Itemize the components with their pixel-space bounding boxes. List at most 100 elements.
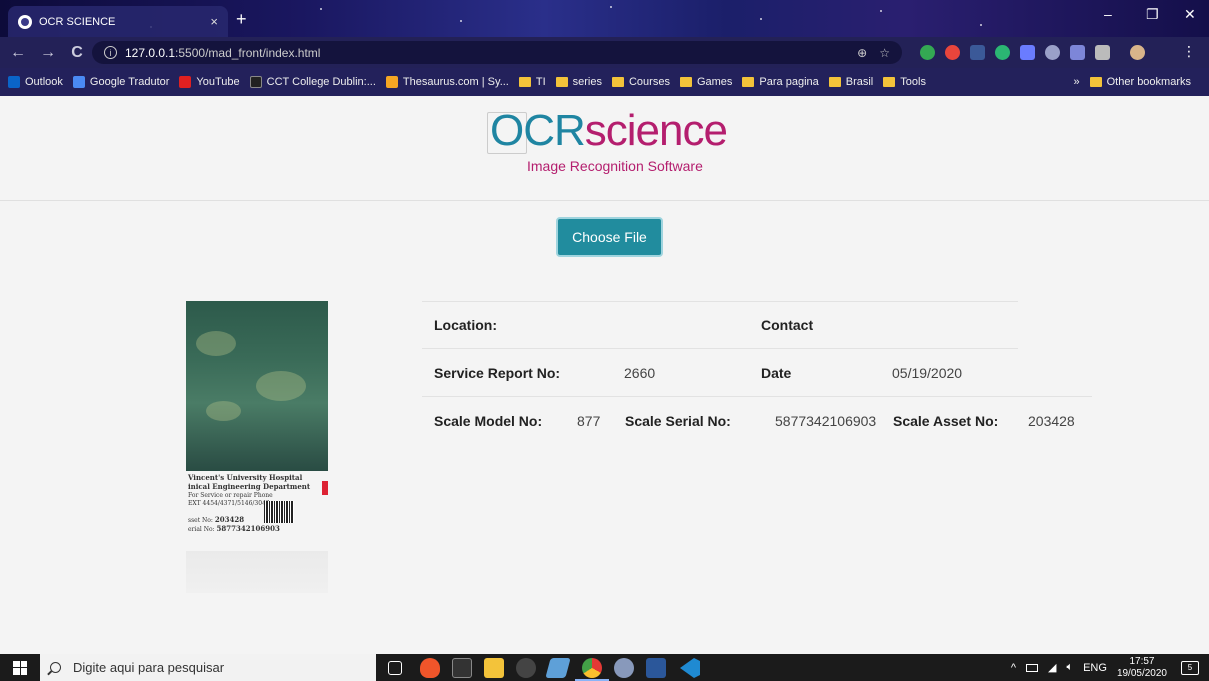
browser-tab[interactable]: OCR SCIENCE × <box>8 6 228 37</box>
date-label: Date <box>761 364 792 381</box>
battery-icon[interactable] <box>1026 663 1039 672</box>
bookmark-folder-brasil[interactable]: Brasil <box>828 76 873 88</box>
site-info-icon[interactable]: i <box>104 46 117 59</box>
security-icon[interactable] <box>516 658 536 678</box>
bookmark-google-tradutor[interactable]: Google Tradutor <box>72 76 169 88</box>
scale-model-label: Scale Model No: <box>434 413 543 429</box>
extension-camera-icon[interactable] <box>1095 45 1110 60</box>
extension-facebook-icon[interactable] <box>970 45 985 60</box>
bookmark-outlook[interactable]: Outlook <box>8 76 63 88</box>
bookmark-star-icon[interactable]: ☆ <box>879 46 890 60</box>
bookmark-youtube[interactable]: YouTube <box>179 76 240 88</box>
system-tray: ^ ◢ 🔈︎ ENG 17:57 19/05/2020 5 <box>1011 654 1209 681</box>
vscode-icon[interactable] <box>680 658 700 678</box>
browser-toolbar: ← → C i 127.0.0.1 :5500/mad_front/index.… <box>0 37 1209 68</box>
bookmark-thesaurus[interactable]: Thesaurus.com | Sy... <box>385 76 509 88</box>
minimize-button[interactable]: – <box>1104 6 1112 22</box>
other-bookmarks[interactable]: Other bookmarks <box>1089 76 1191 88</box>
folder-icon <box>828 77 841 87</box>
scale-asset-label: Scale Asset No: <box>893 413 999 429</box>
scale-asset-value: 203428 <box>1028 413 1075 429</box>
clock[interactable]: 17:57 19/05/2020 <box>1117 656 1167 680</box>
extension-check-icon[interactable] <box>1070 45 1085 60</box>
bookmark-folder-tools[interactable]: Tools <box>883 76 926 88</box>
task-view-icon[interactable] <box>388 661 402 675</box>
scale-model-value: 877 <box>577 413 601 429</box>
bookmark-cct-college[interactable]: CCT College Dublin:... <box>249 76 376 88</box>
bookmarks-bar: Outlook Google Tradutor YouTube CCT Coll… <box>0 68 1209 96</box>
app-icon[interactable] <box>614 658 634 678</box>
extension-m-icon[interactable] <box>995 45 1010 60</box>
browser-tab-strip: OCR SCIENCE × + – ❐ ✕ <box>0 0 1209 37</box>
back-button[interactable]: ← <box>10 44 26 62</box>
restore-button[interactable]: ❐ <box>1146 6 1159 23</box>
photo-asset-label: sset No: <box>188 517 213 524</box>
taskbar-search-input[interactable]: Digite aqui para pesquisar <box>40 654 376 681</box>
start-button[interactable] <box>0 654 40 681</box>
file-explorer-icon[interactable] <box>484 658 504 678</box>
contact-label: Contact <box>761 317 814 333</box>
wifi-icon[interactable]: ◢ <box>1048 661 1056 674</box>
notes-icon[interactable] <box>545 658 571 678</box>
folder-icon <box>883 77 896 87</box>
tab-close-icon[interactable]: × <box>210 14 218 29</box>
brave-icon[interactable] <box>420 658 440 678</box>
youtube-icon <box>179 76 192 88</box>
chrome-icon[interactable] <box>582 658 602 678</box>
bookmarks-overflow-button[interactable]: » <box>1074 76 1080 88</box>
notification-count: 5 <box>1187 662 1193 672</box>
service-report-value: 2660 <box>624 364 656 381</box>
windows-icon <box>13 660 27 675</box>
terminal-icon[interactable] <box>452 658 472 678</box>
asset-tag-label: Vincent's University Hospital inical Eng… <box>186 471 328 551</box>
browser-menu-icon[interactable]: ⋮ <box>1182 43 1197 59</box>
extension-react-icon[interactable] <box>1045 45 1060 60</box>
word-icon[interactable] <box>646 658 666 678</box>
new-tab-button[interactable]: + <box>236 10 247 28</box>
table-row: Scale Model No: 877 Scale Serial No: 587… <box>422 397 1092 445</box>
photo-texture <box>256 371 306 401</box>
service-report-label: Service Report No: <box>434 364 561 381</box>
location-label: Location: <box>434 317 497 333</box>
outlook-icon <box>8 76 20 88</box>
notification-center-icon[interactable]: 5 <box>1181 660 1199 675</box>
bookmark-folder-games[interactable]: Games <box>679 76 732 88</box>
clock-date: 19/05/2020 <box>1116 667 1167 679</box>
taskbar-search-placeholder: Digite aqui para pesquisar <box>73 660 225 675</box>
extension-grammarly-icon[interactable] <box>920 45 935 60</box>
red-tab <box>322 481 328 495</box>
photo-serial-value: 5877342106903 <box>216 524 280 533</box>
close-window-button[interactable]: ✕ <box>1184 6 1196 23</box>
tab-favicon-icon <box>18 14 32 29</box>
logo-wordmark: OCRscience <box>490 106 728 156</box>
bookmark-folder-ti[interactable]: TI <box>518 76 546 88</box>
folder-icon <box>679 77 692 87</box>
logo-science-text: science <box>584 106 728 155</box>
profile-avatar-icon[interactable] <box>1130 45 1145 60</box>
url-host: 127.0.0.1 <box>125 45 176 60</box>
table-row: Location: Contact <box>422 301 1018 349</box>
photo-asset-value: 203428 <box>214 515 245 524</box>
zoom-icon[interactable]: ⊕ <box>857 46 867 60</box>
language-indicator[interactable]: ENG <box>1083 662 1107 674</box>
volume-icon[interactable]: 🔈︎ <box>1066 661 1073 674</box>
photo-serial-label: erial No: <box>188 526 215 533</box>
search-icon <box>50 662 61 673</box>
tray-overflow-icon[interactable]: ^ <box>1011 662 1016 674</box>
clock-time: 17:57 <box>1129 655 1155 667</box>
logo-ocr-text: OCR <box>490 106 586 155</box>
choose-file-button[interactable]: Choose File <box>556 217 663 257</box>
scale-serial-value: 5877342106903 <box>775 413 877 429</box>
folder-icon <box>742 77 755 87</box>
bookmark-folder-series[interactable]: series <box>555 76 602 88</box>
extension-red-icon[interactable] <box>945 45 960 60</box>
extension-arrow-icon[interactable] <box>1020 45 1035 60</box>
address-bar[interactable]: i 127.0.0.1 :5500/mad_front/index.html ⊕… <box>92 41 902 64</box>
reload-button[interactable]: C <box>70 44 84 62</box>
cct-icon <box>249 76 262 88</box>
forward-button[interactable]: → <box>40 44 56 62</box>
bookmark-folder-courses[interactable]: Courses <box>611 76 670 88</box>
bookmark-folder-para-pagina[interactable]: Para pagina <box>742 76 819 88</box>
tab-title: OCR SCIENCE <box>39 15 116 28</box>
photo-line-service: For Service or repair Phone <box>188 492 273 499</box>
